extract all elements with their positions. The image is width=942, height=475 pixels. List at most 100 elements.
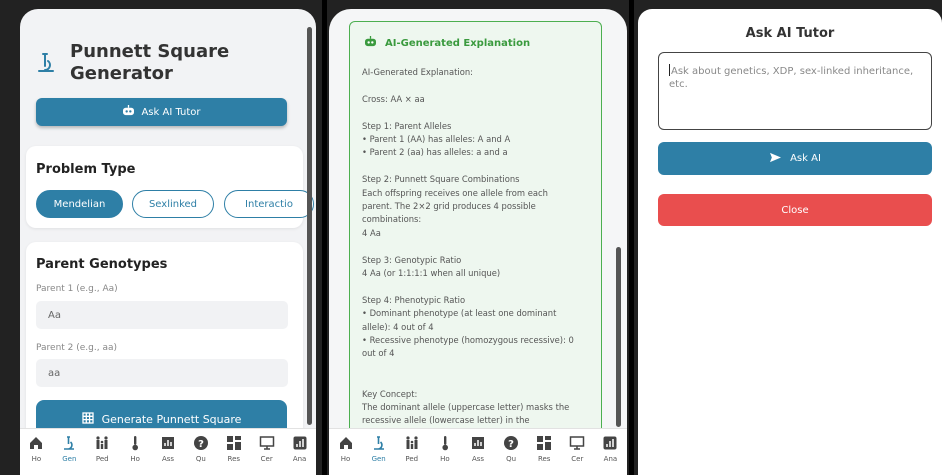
nav-item-quiz[interactable]: ? Qu bbox=[184, 429, 217, 475]
robot-icon bbox=[364, 36, 377, 50]
nav-item-analytics[interactable]: Ana bbox=[594, 429, 627, 475]
nav-label: Ho bbox=[440, 455, 450, 463]
nav-label: Res bbox=[227, 455, 241, 463]
certificate-icon bbox=[259, 435, 275, 451]
nav-item-resources[interactable]: Res bbox=[217, 429, 250, 475]
parent-genotypes-title: Parent Genotypes bbox=[36, 257, 168, 272]
explanation-line bbox=[362, 361, 592, 374]
nav-label: Gen bbox=[371, 455, 386, 463]
grid-icon bbox=[536, 435, 552, 451]
ask-ai-button[interactable]: Ask AI bbox=[658, 142, 932, 175]
assessment-icon bbox=[470, 435, 486, 451]
nav-label: Ho bbox=[130, 455, 140, 463]
app-title: Punnett Square Generator bbox=[70, 41, 230, 84]
screenshot-stage: Punnett Square Generator Ask AI Tutor Pr… bbox=[0, 0, 942, 475]
explanation-line: • Recessive phenotype (homozygous recess… bbox=[362, 335, 574, 346]
microscope-icon bbox=[61, 435, 77, 451]
nav-item-resources[interactable]: Res bbox=[528, 429, 561, 475]
nav-label: Gen bbox=[62, 455, 77, 463]
explanation-line: Step 1: Parent Alleles bbox=[362, 120, 452, 131]
problem-type-card: Problem Type Mendelian Sexlinked Interac… bbox=[26, 146, 314, 228]
ask-ai-tutor-modal: Ask AI Tutor Ask about genetics, XDP, se… bbox=[638, 9, 942, 475]
nav-item-genetics[interactable]: Gen bbox=[53, 429, 86, 475]
parent1-label: Parent 1 (e.g., Aa) bbox=[36, 284, 118, 294]
close-button[interactable]: Close bbox=[658, 194, 932, 226]
tutor-question-input[interactable]: Ask about genetics, XDP, sex-linked inhe… bbox=[658, 52, 932, 130]
analytics-icon bbox=[292, 435, 308, 451]
microscope-icon bbox=[371, 435, 387, 451]
problem-type-mendelian-button[interactable]: Mendelian bbox=[36, 190, 123, 218]
nav-item-ho[interactable]: Ho bbox=[428, 429, 461, 475]
explanation-line: Key Concept: bbox=[362, 388, 418, 399]
ask-ai-tutor-button[interactable]: Ask AI Tutor bbox=[36, 98, 287, 126]
family-icon bbox=[404, 435, 420, 451]
problem-type-sexlinked-button[interactable]: Sexlinked bbox=[132, 190, 214, 218]
ask-ai-tutor-screen: Ask AI Tutor Ask about genetics, XDP, se… bbox=[634, 0, 942, 475]
explanation-screen: AI-Generated Explanation AI-Generated Ex… bbox=[327, 0, 629, 475]
nav-item-assessment[interactable]: Ass bbox=[152, 429, 185, 475]
generate-label: Generate Punnett Square bbox=[101, 412, 242, 426]
nav-label: Res bbox=[537, 455, 551, 463]
ai-explanation-text: AI-Generated Explanation: Cross: AA × aa S… bbox=[362, 66, 592, 428]
assessment-icon bbox=[160, 435, 176, 451]
problem-type-interaction-button[interactable]: Interactio bbox=[224, 190, 314, 218]
nav-item-home[interactable]: Ho bbox=[20, 429, 53, 475]
explanation-line bbox=[362, 374, 592, 387]
nav-item-quiz[interactable]: ? Qu bbox=[495, 429, 528, 475]
explanation-line: Step 4: Phenotypic Ratio bbox=[362, 294, 466, 305]
nav-label: Ass bbox=[471, 455, 485, 463]
explanation-line: The dominant allele (uppercase letter) m… bbox=[362, 402, 570, 413]
parent2-input[interactable]: aa bbox=[36, 359, 288, 387]
generator-screen: Punnett Square Generator Ask AI Tutor Pr… bbox=[0, 0, 322, 475]
explanation-line bbox=[362, 240, 592, 253]
svg-text:?: ? bbox=[508, 439, 514, 450]
explanation-line: • Parent 2 (aa) has alleles: a and a bbox=[362, 147, 508, 158]
ai-explanation-card: AI-Generated Explanation AI-Generated Ex… bbox=[349, 21, 602, 441]
explanation-line: • Parent 1 (AA) has alleles: A and A bbox=[362, 134, 511, 144]
app-header: Punnett Square Generator bbox=[36, 41, 240, 85]
explanation-line: AI-Generated Explanation: bbox=[362, 67, 473, 77]
nav-item-assessment[interactable]: Ass bbox=[461, 429, 494, 475]
nav-label: Ped bbox=[95, 455, 109, 463]
home-icon bbox=[28, 435, 44, 451]
explanation-line: • Dominant phenotype (at least one domin… bbox=[362, 308, 557, 319]
nav-label: Ho bbox=[340, 455, 351, 463]
explanation-screen-content: AI-Generated Explanation AI-Generated Ex… bbox=[329, 9, 627, 475]
microscope-icon bbox=[36, 51, 56, 75]
nav-item-analytics[interactable]: Ana bbox=[283, 429, 316, 475]
nav-item-genetics[interactable]: Gen bbox=[362, 429, 395, 475]
thermometer-icon bbox=[437, 435, 453, 451]
nav-label: Qu bbox=[506, 455, 517, 463]
explanation-line: allele): 4 out of 4 bbox=[362, 321, 434, 332]
nav-item-certificate[interactable]: Cer bbox=[561, 429, 594, 475]
explanation-line bbox=[362, 160, 592, 173]
text-caret bbox=[669, 64, 670, 76]
family-icon bbox=[94, 435, 110, 451]
problem-type-title: Problem Type bbox=[36, 162, 136, 177]
home-icon bbox=[338, 435, 354, 451]
nav-label: Ped bbox=[405, 455, 419, 463]
nav-item-pedigree[interactable]: Ped bbox=[86, 429, 119, 475]
explanation-line: Step 2: Punnett Square Combinations bbox=[362, 174, 520, 185]
nav-label: Cer bbox=[260, 455, 273, 463]
parent1-input[interactable]: Aa bbox=[36, 301, 288, 329]
nav-item-certificate[interactable]: Cer bbox=[250, 429, 283, 475]
explanation-line bbox=[362, 106, 592, 119]
nav-item-pedigree[interactable]: Ped bbox=[395, 429, 428, 475]
certificate-icon bbox=[569, 435, 585, 451]
question-icon: ? bbox=[193, 435, 209, 451]
svg-text:?: ? bbox=[198, 439, 204, 450]
explanation-line: recessive allele (lowercase letter) in t… bbox=[362, 415, 530, 426]
explanation-line: out of 4 bbox=[362, 348, 395, 359]
nav-item-ho[interactable]: Ho bbox=[119, 429, 152, 475]
explanation-line bbox=[362, 280, 592, 293]
scrollbar[interactable] bbox=[307, 27, 312, 425]
explanation-line: parent. The 2×2 grid produces 4 possible bbox=[362, 201, 536, 212]
nav-label: Cer bbox=[571, 455, 584, 463]
grid-icon bbox=[226, 435, 242, 451]
scrollbar[interactable] bbox=[616, 247, 621, 427]
nav-item-home[interactable]: Ho bbox=[329, 429, 362, 475]
explanation-line: 4 Aa (or 1:1:1:1 when all unique) bbox=[362, 268, 501, 279]
analytics-icon bbox=[602, 435, 618, 451]
thermometer-icon bbox=[127, 435, 143, 451]
